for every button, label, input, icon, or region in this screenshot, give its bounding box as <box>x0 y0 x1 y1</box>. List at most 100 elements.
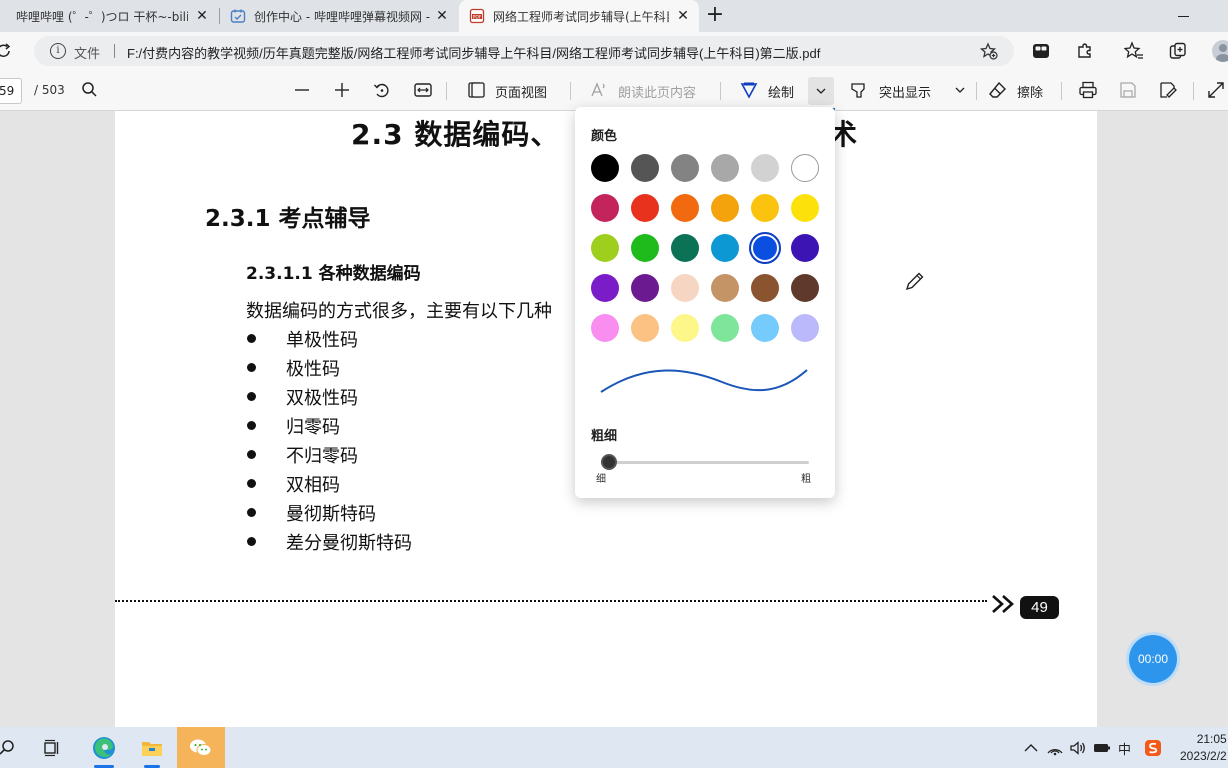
section-heading: 2.3 数据编码、 <box>351 118 560 151</box>
search-icon[interactable] <box>80 80 100 100</box>
color-swatch[interactable] <box>631 274 659 302</box>
footer-dotted-rule <box>115 600 987 602</box>
avatar[interactable] <box>1212 40 1228 62</box>
color-swatch[interactable] <box>671 314 699 342</box>
task-view-icon[interactable] <box>40 727 64 768</box>
minimize-button[interactable] <box>1176 6 1192 26</box>
address-bar-row: i 文件 F:/付费内容的教学视频/历年真题完整版/网络工程师考试同步辅导上午科… <box>0 32 1228 70</box>
wechat-icon[interactable] <box>177 727 225 768</box>
color-swatch[interactable] <box>631 154 659 182</box>
color-swatch[interactable] <box>671 194 699 222</box>
address-bar[interactable]: i 文件 F:/付费内容的教学视频/历年真题完整版/网络工程师考试同步辅导上午科… <box>34 36 1014 66</box>
color-swatch[interactable] <box>631 234 659 262</box>
highlight-icon[interactable] <box>849 80 869 100</box>
list-item-text: 双极性码 <box>286 387 358 409</box>
thickness-slider-track[interactable] <box>601 461 809 464</box>
color-swatch[interactable] <box>591 154 619 182</box>
tab-close-button[interactable]: ✕ <box>194 8 210 24</box>
color-swatch[interactable] <box>591 274 619 302</box>
double-chevron-icon <box>991 593 1017 615</box>
draw-button[interactable]: 绘制 <box>768 82 794 101</box>
color-swatch[interactable] <box>591 194 619 222</box>
favorites-icon[interactable] <box>1123 41 1144 61</box>
color-swatch[interactable] <box>711 234 739 262</box>
color-swatch[interactable] <box>711 274 739 302</box>
draw-icon[interactable] <box>739 80 759 100</box>
new-tab-button[interactable]: + <box>704 4 726 26</box>
svg-text:PDF: PDF <box>473 14 482 20</box>
chevron-down-icon[interactable] <box>950 80 970 100</box>
tab-creator-center[interactable]: 创作中心 - 哔哩哔哩弹幕视频网 - ✕ <box>220 0 458 32</box>
color-swatch[interactable] <box>671 274 699 302</box>
color-swatch[interactable] <box>791 154 819 182</box>
color-swatch[interactable] <box>791 314 819 342</box>
color-swatch[interactable] <box>671 154 699 182</box>
collections-icon[interactable] <box>1031 41 1051 61</box>
chevron-up-icon[interactable] <box>1022 739 1040 757</box>
page-view-button[interactable]: 页面视图 <box>495 82 547 101</box>
divider <box>114 44 115 58</box>
fullscreen-icon[interactable] <box>1206 80 1226 100</box>
network-icon[interactable] <box>1046 739 1064 757</box>
print-icon[interactable] <box>1078 80 1098 100</box>
color-swatch[interactable] <box>631 314 659 342</box>
thickness-slider-thumb[interactable] <box>601 454 617 470</box>
tab-bilibili[interactable]: 哔哩哔哩 (゜-゜)つロ 干杯~-bilibi ✕ <box>0 0 218 32</box>
volume-icon[interactable] <box>1069 739 1087 757</box>
page-number-input[interactable]: 59 <box>0 78 22 104</box>
color-swatch[interactable] <box>749 232 781 264</box>
zoom-in-icon[interactable] <box>332 80 352 100</box>
color-swatch[interactable] <box>751 154 779 182</box>
highlight-button[interactable]: 突出显示 <box>879 82 931 101</box>
edge-browser-icon[interactable] <box>84 727 124 768</box>
tab-pdf[interactable]: PDF 网络工程师考试同步辅导(上午科目 ✕ <box>459 0 699 32</box>
color-swatch[interactable] <box>751 194 779 222</box>
sogou-ime-icon[interactable] <box>1144 739 1162 757</box>
page-view-icon[interactable] <box>466 80 486 100</box>
draw-options-button[interactable] <box>808 77 834 105</box>
page-total: / 503 <box>34 83 65 97</box>
color-swatch[interactable] <box>671 234 699 262</box>
input-method-indicator[interactable]: 中 <box>1118 739 1136 758</box>
eraser-icon[interactable] <box>988 80 1008 100</box>
extensions-icon[interactable] <box>1075 41 1095 61</box>
erase-button[interactable]: 擦除 <box>1017 82 1043 101</box>
save-as-icon[interactable] <box>1158 80 1178 100</box>
toolbar-divider <box>976 82 977 100</box>
pen-cursor-icon <box>903 269 927 293</box>
system-clock[interactable]: 21:05 2023/2/2 <box>1180 731 1227 765</box>
color-swatch[interactable] <box>711 154 739 182</box>
url-text[interactable]: F:/付费内容的教学视频/历年真题完整版/网络工程师考试同步辅导上午科目/网络工… <box>127 43 820 62</box>
refresh-icon[interactable] <box>0 41 14 61</box>
search-icon[interactable] <box>0 727 20 768</box>
color-swatch[interactable] <box>791 274 819 302</box>
fit-width-icon[interactable] <box>413 80 433 100</box>
color-swatch[interactable] <box>711 194 739 222</box>
color-swatch[interactable] <box>711 314 739 342</box>
list-item: 差分曼彻斯特码 <box>246 527 412 556</box>
clock-date: 2023/2/2 <box>1180 749 1227 763</box>
color-swatch[interactable] <box>791 234 819 262</box>
color-swatch[interactable] <box>751 314 779 342</box>
color-swatch[interactable] <box>591 234 619 262</box>
bullet-icon <box>247 334 256 343</box>
color-swatch[interactable] <box>591 314 619 342</box>
color-swatch[interactable] <box>751 274 779 302</box>
tab-close-button[interactable]: ✕ <box>675 8 691 24</box>
recording-timer[interactable]: 00:00 <box>1129 635 1177 683</box>
draw-color-flyout: 颜色 粗细 细 粗 <box>575 107 835 498</box>
add-favorite-icon[interactable] <box>979 42 998 60</box>
color-swatch[interactable] <box>791 194 819 222</box>
color-swatch[interactable] <box>631 194 659 222</box>
copilot-icon[interactable] <box>1168 41 1188 61</box>
zoom-out-icon[interactable] <box>292 80 312 100</box>
file-scheme-label: 文件 <box>74 47 101 62</box>
battery-icon[interactable] <box>1093 739 1111 757</box>
tab-strip: 哔哩哔哩 (゜-゜)つロ 干杯~-bilibi ✕ 创作中心 - 哔哩哔哩弹幕视… <box>0 0 1228 32</box>
info-icon[interactable]: i <box>50 43 66 59</box>
file-explorer-icon[interactable] <box>134 727 170 768</box>
bullet-icon <box>247 421 256 430</box>
tab-close-button[interactable]: ✕ <box>434 8 450 24</box>
thickness-section-title: 粗细 <box>591 429 618 444</box>
rotate-icon[interactable] <box>372 80 392 100</box>
